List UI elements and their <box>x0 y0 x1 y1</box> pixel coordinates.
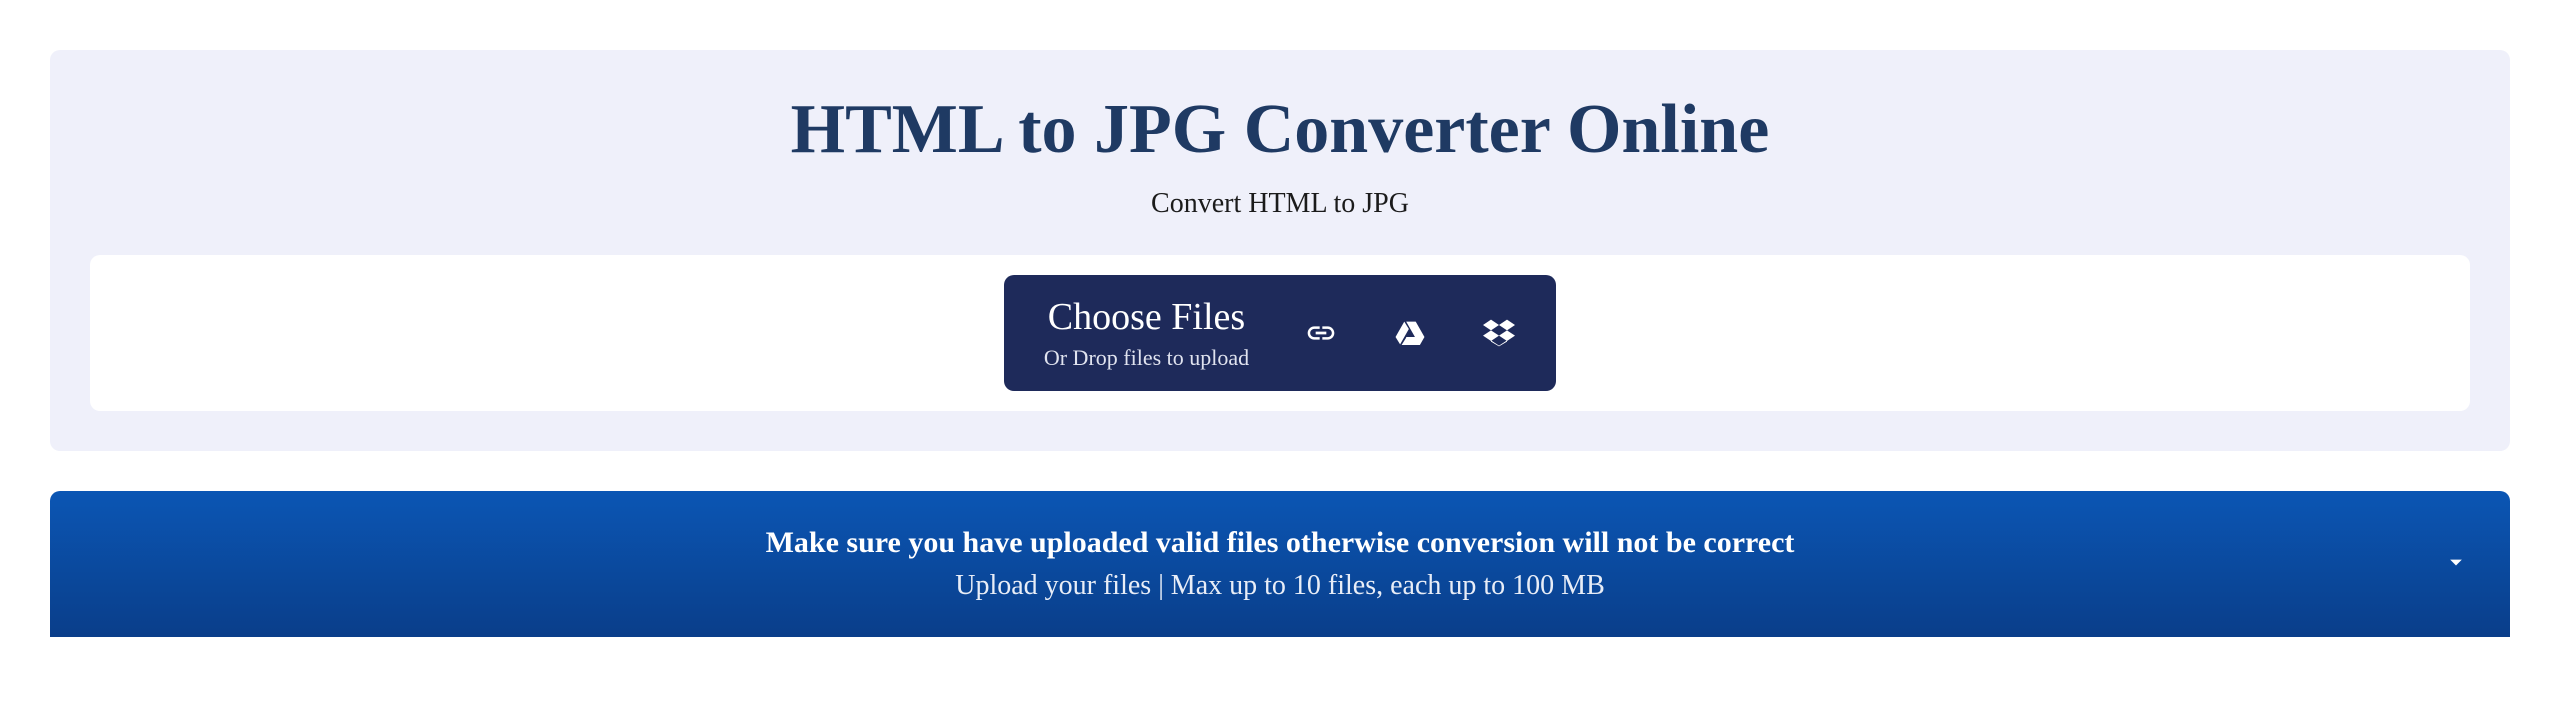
page-subtitle: Convert HTML to JPG <box>90 188 2470 220</box>
google-drive-icon[interactable] <box>1393 316 1427 350</box>
notice-secondary: Upload your files | Max up to 10 files, … <box>100 570 2460 602</box>
chevron-down-icon[interactable] <box>2442 548 2470 580</box>
hero-panel: HTML to JPG Converter Online Convert HTM… <box>50 50 2510 451</box>
dropbox-icon[interactable] <box>1482 316 1516 350</box>
notice-bar: Make sure you have uploaded valid files … <box>50 491 2510 637</box>
link-icon[interactable] <box>1304 316 1338 350</box>
upload-button-group: Choose Files Or Drop files to upload <box>1004 275 1556 391</box>
notice-primary: Make sure you have uploaded valid files … <box>100 526 2460 560</box>
page-title: HTML to JPG Converter Online <box>90 90 2470 170</box>
drop-files-label: Or Drop files to upload <box>1044 345 1249 371</box>
upload-dropzone[interactable]: Choose Files Or Drop files to upload <box>90 255 2470 411</box>
choose-files-label: Choose Files <box>1048 295 1245 339</box>
choose-files-button[interactable]: Choose Files Or Drop files to upload <box>1044 295 1249 371</box>
